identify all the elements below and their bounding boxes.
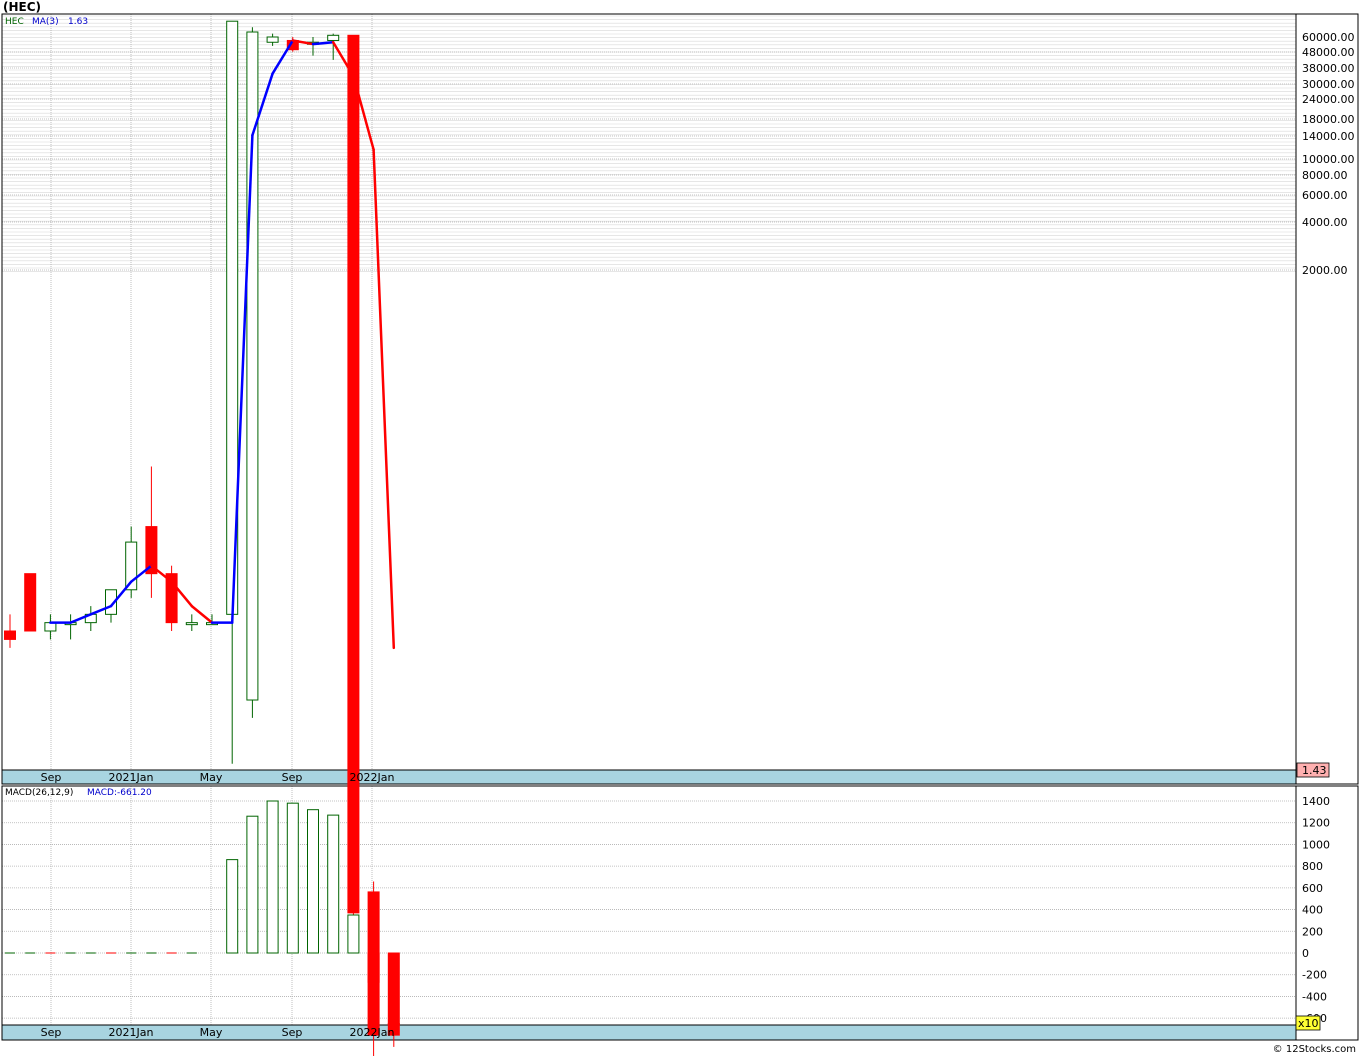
- macd-x-axis-band: [1, 1024, 1297, 1041]
- macd-y-tick-label: -200: [1302, 969, 1327, 982]
- legend-ma-label: MA(3): [32, 17, 59, 27]
- price-x-tick-label: Sep: [41, 771, 62, 784]
- price-x-tick-label: 2021Jan: [109, 771, 154, 784]
- macd-bar: [327, 814, 340, 954]
- candle-body: [24, 573, 37, 632]
- macd-bar: [266, 800, 279, 954]
- macd-x-tick-label: May: [200, 1026, 223, 1039]
- macd-gridlines: [2, 786, 1296, 1025]
- price-y-tick-label: 38000.00: [1302, 62, 1355, 75]
- macd-histogram-layer: [5, 800, 400, 1026]
- multiplier-label: x10: [1298, 1017, 1319, 1030]
- candle-body: [185, 622, 198, 626]
- price-y-tick-label: 4000.00: [1302, 216, 1348, 229]
- ma-segment: [190, 604, 214, 624]
- stock-chart: 60000.00 48000.00 38000.00 30000.00 24000.00…: [1, 13, 1359, 1056]
- price-x-tick-label: 2022Jan: [350, 771, 395, 784]
- macd-bar: [286, 802, 299, 954]
- candle-body: [266, 36, 279, 43]
- price-gridlines: [2, 14, 1296, 770]
- macd-x-tick-label: 2022Jan: [350, 1026, 395, 1039]
- price-y-tick-label: 18000.00: [1302, 113, 1355, 126]
- candle-body: [44, 622, 57, 632]
- price-y-tick-label: 14000.00: [1302, 130, 1355, 143]
- price-y-tick-label: 6000.00: [1302, 189, 1348, 202]
- price-y-tick-label: 30000.00: [1302, 78, 1355, 91]
- macd-y-tick-label: 200: [1302, 925, 1323, 938]
- legend-ma-value: 1.63: [68, 17, 88, 27]
- macd-bar: [226, 859, 239, 954]
- price-y-tick-label: 8000.00: [1302, 169, 1348, 182]
- legend-symbol: HEC: [5, 17, 24, 27]
- price-y-tick-label: 2000.00: [1302, 264, 1348, 277]
- price-x-tick-label: Sep: [282, 771, 303, 784]
- macd-y-tick-label: 1200: [1302, 817, 1330, 830]
- macd-legend-value: MACD:-661.20: [87, 788, 152, 798]
- ma-segment: [271, 39, 295, 75]
- price-x-tick-label: May: [200, 771, 223, 784]
- price-y-tick-label: 60000.00: [1302, 31, 1355, 44]
- price-x-axis-band: [1, 769, 1297, 785]
- macd-bar: [367, 952, 380, 983]
- macd-y-tick-label: 0: [1302, 947, 1309, 960]
- candle-body: [4, 630, 16, 640]
- legend-layer: HEC MA(3) 1.63 MACD(26,12,9) MACD:-661.20: [5, 17, 152, 798]
- macd-x-tick-label: Sep: [41, 1026, 62, 1039]
- macd-panel-border: [1, 785, 1359, 1041]
- macd-y-tick-label: 400: [1302, 904, 1323, 917]
- macd-y-tick-label: 800: [1302, 860, 1323, 873]
- macd-y-tick-label: 1400: [1302, 795, 1330, 808]
- macd-bar: [246, 815, 259, 954]
- macd-panel-frame: [1, 785, 1359, 1041]
- ma-line-layer: [49, 39, 396, 650]
- macd-bar: [347, 914, 360, 954]
- macd-bar: [387, 952, 400, 1026]
- candle-body: [327, 34, 340, 41]
- macd-legend-name: MACD(26,12,9): [5, 788, 73, 798]
- copyright-footer: © 12Stocks.com: [1272, 1044, 1356, 1055]
- macd-y-tick-label: -400: [1302, 990, 1327, 1003]
- macd-x-tick-label: 2021Jan: [109, 1026, 154, 1039]
- candles-layer: [4, 20, 400, 1056]
- macd-y-tick-label: 1000: [1302, 838, 1330, 851]
- macd-x-tick-label: Sep: [282, 1026, 303, 1039]
- price-y-tick-label: 10000.00: [1302, 153, 1355, 166]
- price-panel-border: [1, 13, 1359, 785]
- ma-segment: [372, 148, 396, 650]
- macd-bar: [307, 809, 319, 954]
- last-price-label: 1.43: [1302, 764, 1327, 777]
- price-panel-frame: [1, 13, 1359, 785]
- price-y-tick-label: 48000.00: [1302, 46, 1355, 59]
- macd-y-tick-label: 600: [1302, 882, 1323, 895]
- price-y-tick-label: 24000.00: [1302, 93, 1355, 106]
